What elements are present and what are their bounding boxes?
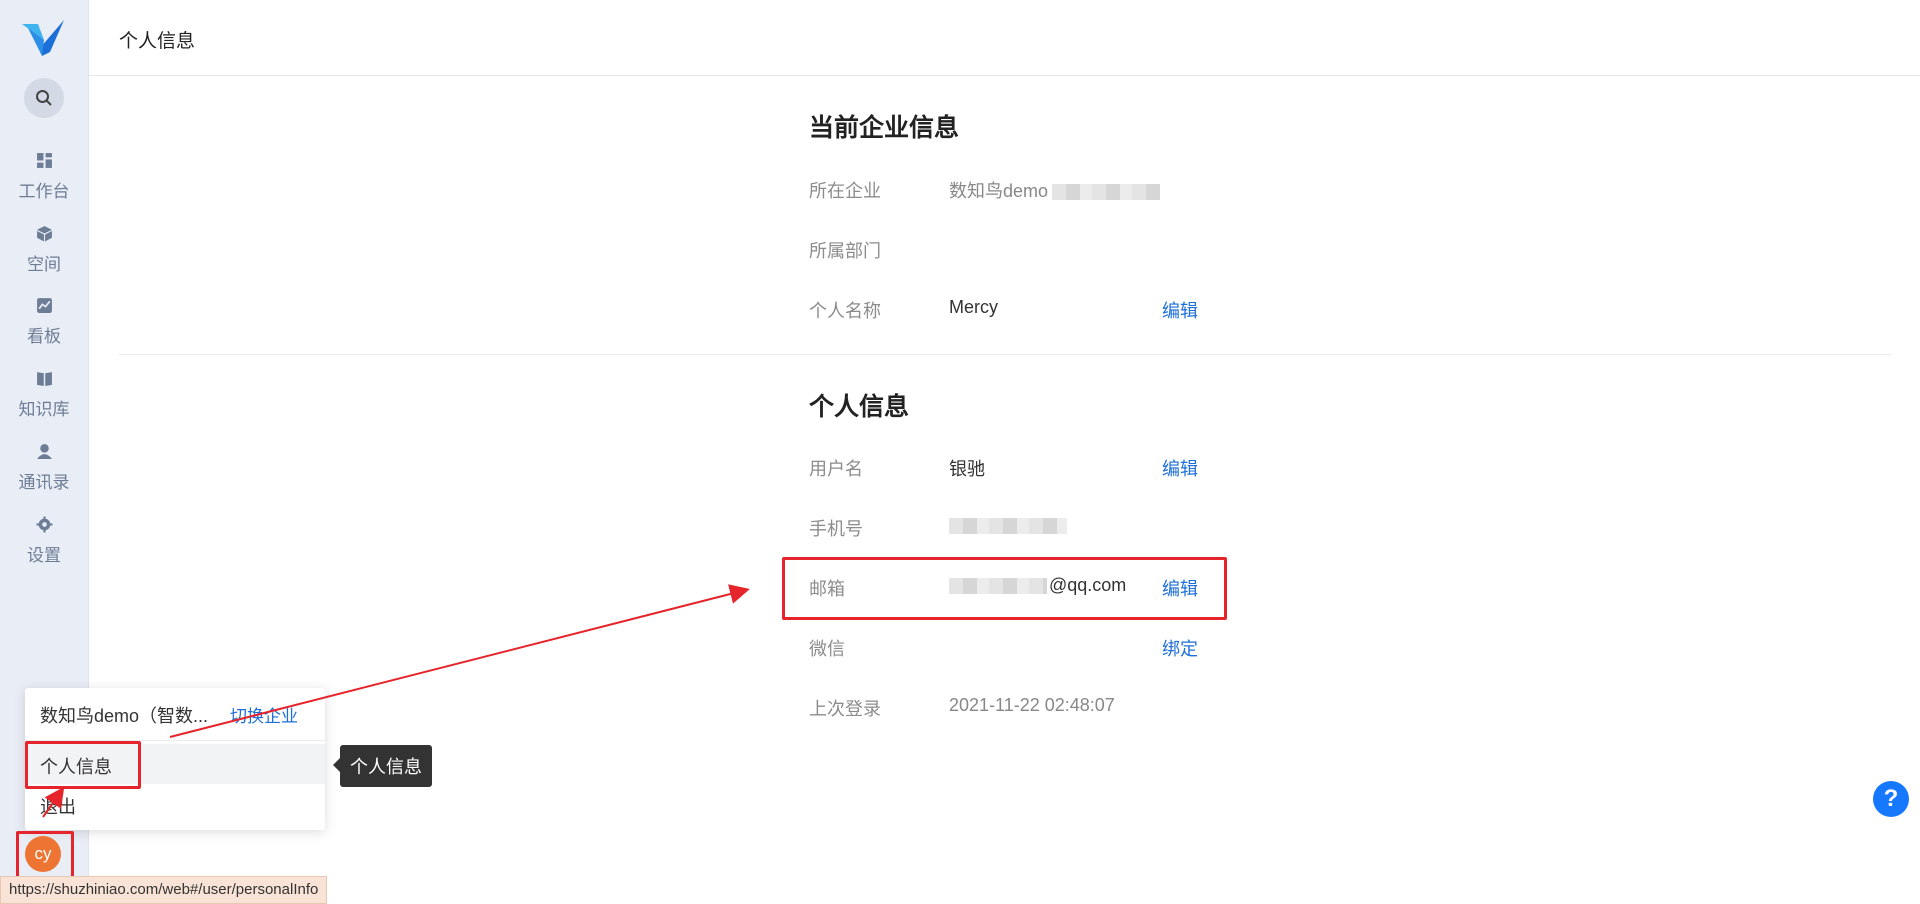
section-divider	[119, 354, 1891, 355]
personal-info-highlight-box	[25, 741, 141, 789]
search-icon	[36, 90, 52, 106]
personal-section-title: 个人信息	[809, 393, 910, 421]
nav-item-board[interactable]: 看板	[0, 297, 88, 347]
chart-icon	[36, 298, 52, 313]
phone-label: 手机号	[809, 519, 863, 539]
nav-item-settings[interactable]: 设置	[0, 516, 88, 566]
switch-org-link[interactable]: 切换企业	[230, 702, 298, 727]
nav-item-space[interactable]: 空间	[0, 225, 88, 275]
nav-item-label: 空间	[27, 255, 61, 274]
wechat-label: 微信	[809, 639, 845, 659]
tooltip: 个人信息	[333, 745, 432, 787]
nav-item-label: 工作台	[18, 182, 70, 201]
help-button[interactable]: ?	[1873, 781, 1909, 817]
user-icon	[36, 444, 52, 459]
nav-item-label: 知识库	[18, 400, 70, 419]
username-label: 用户名	[809, 459, 863, 479]
nav-item-workbench[interactable]: 工作台	[0, 152, 88, 202]
phone-value	[949, 515, 1067, 536]
edit-username-link[interactable]: 编辑	[1162, 455, 1198, 481]
app-logo-icon[interactable]	[20, 18, 66, 58]
redacted-mask	[949, 518, 1067, 535]
edit-display-name-link[interactable]: 编辑	[1162, 297, 1198, 323]
nav-item-label: 通讯录	[18, 473, 70, 492]
bind-wechat-link[interactable]: 绑定	[1162, 635, 1198, 661]
menu-item-label: 退出	[40, 797, 76, 817]
gear-icon	[36, 516, 52, 533]
dashboard-icon	[36, 153, 52, 168]
redacted-mask	[1052, 184, 1161, 201]
page-header: 个人信息	[89, 0, 1920, 76]
book-icon	[36, 372, 52, 386]
nav-item-knowledge[interactable]: 知识库	[0, 370, 88, 420]
avatar-highlight-box	[16, 831, 74, 882]
company-value: 数知鸟demo	[949, 177, 1161, 203]
nav-item-contacts[interactable]: 通讯录	[0, 443, 88, 493]
cube-icon	[36, 226, 52, 242]
menu-item-logout[interactable]: 退出	[25, 784, 325, 824]
page-title: 个人信息	[119, 31, 196, 52]
last-login-value: 2021-11-22 02:48:07	[949, 695, 1115, 715]
enterprise-section-title: 当前企业信息	[809, 114, 960, 142]
department-label: 所属部门	[809, 241, 881, 261]
company-value-text: 数知鸟demo	[949, 181, 1049, 201]
display-name-value: Mercy	[949, 297, 998, 317]
help-icon: ?	[1883, 785, 1899, 812]
username-value: 银驰	[949, 459, 985, 479]
last-login-label: 上次登录	[809, 699, 881, 719]
nav-item-label: 设置	[27, 546, 61, 565]
search-button[interactable]	[24, 78, 64, 118]
display-name-label: 个人名称	[809, 301, 881, 321]
status-bar-url: https://shuzhiniao.com/web#/user/persona…	[0, 876, 328, 904]
email-highlight-box	[782, 557, 1227, 620]
company-label: 所在企业	[809, 181, 881, 201]
nav-item-label: 看板	[27, 327, 61, 346]
current-org-name: 数知鸟demo（智数...	[40, 706, 209, 726]
